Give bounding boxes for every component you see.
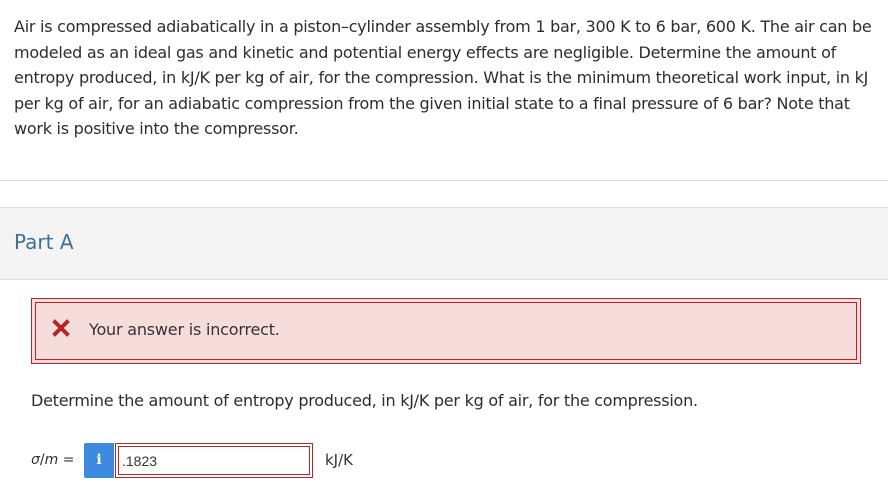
answer-input[interactable] xyxy=(115,443,313,478)
variable-denominator: m xyxy=(44,452,59,468)
section-divider xyxy=(0,180,888,181)
x-mark-icon xyxy=(52,319,70,337)
equals-sign: = xyxy=(62,452,75,468)
alert-message: Your answer is incorrect. xyxy=(89,320,280,339)
part-header: Part A xyxy=(0,207,888,280)
incorrect-answer-alert: Your answer is incorrect. xyxy=(31,298,861,364)
variable-label: σ/m = xyxy=(31,452,75,468)
variable-symbol: σ xyxy=(31,452,40,468)
info-icon[interactable]: i xyxy=(84,443,114,478)
unit-label: kJ/K xyxy=(325,451,354,469)
question-text: Determine the amount of entropy produced… xyxy=(31,391,698,410)
problem-statement: Air is compressed adiabatically in a pis… xyxy=(14,17,872,139)
part-title: Part A xyxy=(14,230,74,254)
